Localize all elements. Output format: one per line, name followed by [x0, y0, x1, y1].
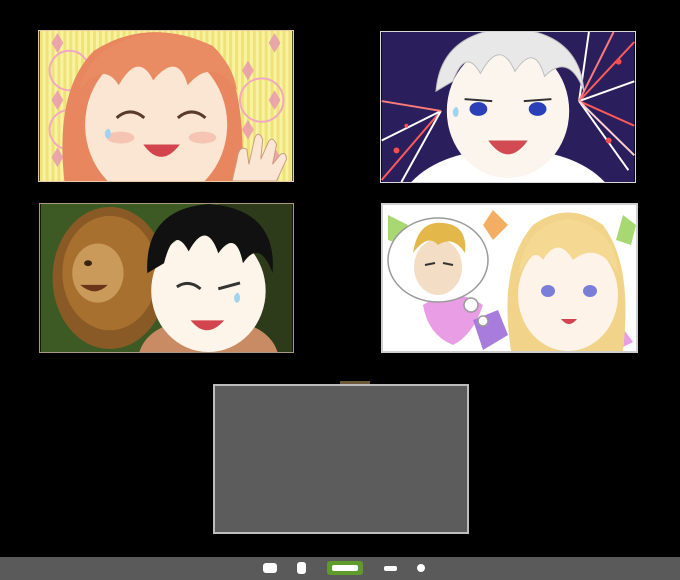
gallery-view-icon[interactable]: [327, 561, 363, 575]
self-view-camera-off[interactable]: [213, 384, 469, 534]
minus-icon[interactable]: [384, 566, 397, 571]
participant-video-4[interactable]: [381, 203, 638, 353]
black-haired-boy-avatar: [40, 204, 293, 352]
mic-icon[interactable]: [297, 562, 306, 574]
chat-icon[interactable]: [263, 563, 277, 573]
participant-video-1[interactable]: [38, 30, 294, 182]
participant-video-2[interactable]: [380, 31, 636, 183]
white-haired-boy-avatar: [381, 32, 635, 182]
participant-video-3[interactable]: [39, 203, 294, 353]
blonde-girl-avatar: [383, 205, 636, 351]
red-haired-girl-avatar: [39, 31, 293, 181]
call-control-bar: [0, 557, 680, 580]
video-call-window: [0, 0, 680, 580]
dot-icon[interactable]: [417, 564, 425, 572]
